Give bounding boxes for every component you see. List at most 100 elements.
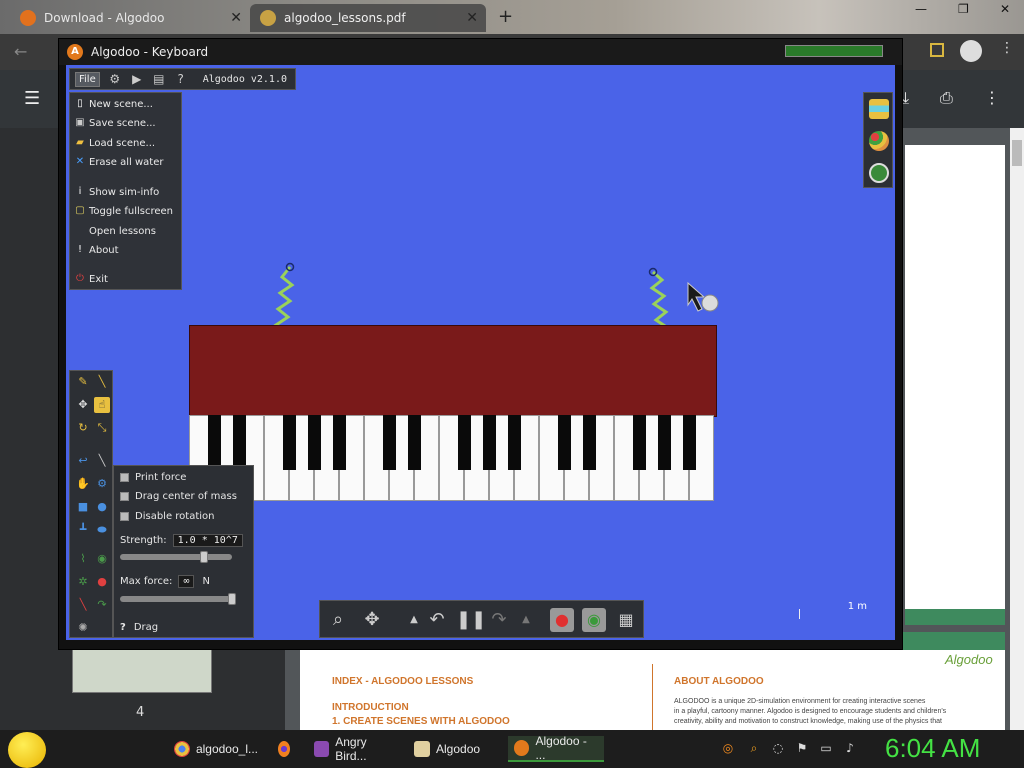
maxforce-slider-knob[interactable]: [228, 593, 236, 605]
black-key[interactable]: [333, 415, 346, 470]
tray-app-icon[interactable]: ◎: [720, 740, 736, 756]
black-key[interactable]: [308, 415, 321, 470]
sketch-tool-icon[interactable]: ✎: [75, 374, 91, 390]
drag-center-checkbox[interactable]: [120, 492, 129, 501]
taskbar-item-chrome[interactable]: algodoo_l...: [168, 736, 264, 762]
undo-icon[interactable]: ↶: [425, 608, 449, 632]
pdf-more-icon[interactable]: ⋮: [984, 88, 1000, 107]
print-icon[interactable]: ⎙: [940, 88, 953, 108]
box-tool-icon[interactable]: ■: [75, 499, 91, 515]
spring-tool-icon[interactable]: ⌇: [75, 551, 91, 567]
print-force-option[interactable]: Print force: [120, 472, 186, 483]
pdf-scrollbar[interactable]: [1010, 128, 1024, 730]
more-menu-icon[interactable]: ⋮: [1000, 40, 1014, 56]
maxforce-field[interactable]: ∞: [178, 575, 195, 588]
black-key[interactable]: [383, 415, 396, 470]
undo-dropdown-icon[interactable]: ▲: [402, 608, 426, 632]
minimize-button[interactable]: —: [915, 2, 927, 16]
column-divider: [652, 664, 653, 730]
about-heading: ABOUT ALGODOO: [674, 676, 764, 687]
keyboard-body[interactable]: [189, 325, 717, 417]
help-icon[interactable]: ?: [120, 622, 126, 633]
profile-avatar-icon[interactable]: [960, 40, 982, 62]
gear-tool-icon[interactable]: ⚙: [94, 476, 110, 492]
start-button-smiley-icon[interactable]: [8, 732, 46, 768]
drag-center-option[interactable]: Drag center of mass: [120, 491, 237, 502]
black-key[interactable]: [508, 415, 521, 470]
scale-tool-icon[interactable]: ⤡: [94, 420, 110, 436]
taskbar-item-angry-birds[interactable]: Angry Bird...: [308, 735, 404, 763]
black-key[interactable]: [233, 415, 246, 470]
close-window-button[interactable]: ✕: [1000, 2, 1010, 16]
back-arrow-icon[interactable]: ←: [14, 42, 27, 61]
disable-rotation-checkbox[interactable]: [120, 512, 129, 521]
tab-download-algodoo[interactable]: Download - Algodoo ✕: [10, 4, 250, 32]
close-tab-icon[interactable]: ✕: [466, 10, 478, 26]
hand-tool-icon[interactable]: ✋: [75, 476, 91, 492]
page-thumbnail[interactable]: [72, 648, 212, 693]
pan-icon[interactable]: ✥: [360, 608, 384, 632]
simulation-canvas[interactable]: File ⚙ ▶ ▤ ? Algodoo v2.1.0 ▯ New scene.…: [66, 65, 895, 640]
print-force-checkbox[interactable]: [120, 473, 129, 482]
black-key[interactable]: [408, 415, 421, 470]
zoom-icon[interactable]: ⌕: [326, 608, 350, 632]
laser-tool-icon[interactable]: ╲: [75, 597, 91, 613]
hamburger-menu-icon[interactable]: ☰: [24, 88, 40, 109]
circle-tool-icon[interactable]: ●: [94, 499, 110, 515]
taskbar-item-algodoo[interactable]: Algodoo: [408, 736, 500, 762]
piano-keys[interactable]: [189, 415, 717, 505]
rotate-tool-icon[interactable]: ↻: [75, 420, 91, 436]
redo-dropdown-icon[interactable]: ▲: [514, 608, 538, 632]
particles-tool-icon[interactable]: ✺: [75, 620, 91, 636]
strength-slider[interactable]: [120, 554, 232, 560]
thruster-tool-icon[interactable]: ●: [94, 574, 110, 590]
pdf-favicon-icon: [260, 10, 276, 26]
black-key[interactable]: [583, 415, 596, 470]
drag-cursor-icon: [687, 281, 719, 312]
strength-slider-knob[interactable]: [200, 551, 208, 563]
flag-icon[interactable]: ⚑: [794, 740, 810, 756]
black-key[interactable]: [658, 415, 671, 470]
move-tool-icon[interactable]: ✥: [75, 397, 91, 413]
plane-tool-icon[interactable]: ┻: [75, 522, 91, 538]
air-friction-icon[interactable]: ◉: [582, 608, 606, 632]
hinge-tool-icon[interactable]: ◉: [94, 551, 110, 567]
drag-tool-icon[interactable]: ☝: [94, 397, 110, 413]
search-icon[interactable]: ⌕: [746, 740, 762, 756]
drag-help-row[interactable]: ? Drag: [120, 622, 158, 633]
scrollbar-thumb[interactable]: [1012, 140, 1022, 166]
maximize-button[interactable]: ❐: [958, 2, 969, 16]
volume-icon[interactable]: ♪: [842, 740, 858, 756]
close-tab-icon[interactable]: ✕: [230, 10, 242, 26]
black-key[interactable]: [558, 415, 571, 470]
black-key[interactable]: [683, 415, 696, 470]
pause-icon[interactable]: ❚❚: [456, 608, 486, 632]
black-key[interactable]: [633, 415, 646, 470]
new-tab-button[interactable]: +: [498, 6, 513, 27]
tab-label: Download - Algodoo: [44, 11, 165, 25]
black-key[interactable]: [208, 415, 221, 470]
strength-field[interactable]: 1.0 * 10^7: [172, 534, 243, 547]
tab-algodoo-lessons-pdf[interactable]: algodoo_lessons.pdf ✕: [250, 4, 486, 32]
extension-icon[interactable]: [930, 43, 944, 57]
black-key[interactable]: [283, 415, 296, 470]
black-key[interactable]: [458, 415, 471, 470]
knife-tool-icon[interactable]: ╲: [94, 453, 110, 469]
rope-tool-icon[interactable]: ↩: [75, 453, 91, 469]
black-key[interactable]: [483, 415, 496, 470]
redo-icon[interactable]: ↷: [487, 608, 511, 632]
tracer-tool-icon[interactable]: ↷: [94, 597, 110, 613]
disable-rotation-option[interactable]: Disable rotation: [120, 511, 215, 522]
chain-tool-icon[interactable]: ⬬: [94, 522, 110, 538]
fixate-tool-icon[interactable]: ✲: [75, 574, 91, 590]
maxforce-slider[interactable]: [120, 596, 232, 602]
download-icon[interactable]: ⤓: [902, 88, 909, 108]
taskbar-item-firefox[interactable]: [272, 736, 302, 762]
taskbar-item-algodoo-active[interactable]: Algodoo - ...: [508, 734, 604, 762]
chat-tray-icon[interactable]: ◌: [770, 740, 786, 756]
gravity-icon[interactable]: ●: [550, 608, 574, 632]
pencil-tool-icon[interactable]: ╲: [94, 374, 110, 390]
grid-icon[interactable]: ▦: [614, 608, 638, 632]
network-icon[interactable]: ▭: [818, 740, 834, 756]
algodoo-titlebar: A Algodoo - Keyboard: [59, 39, 902, 65]
